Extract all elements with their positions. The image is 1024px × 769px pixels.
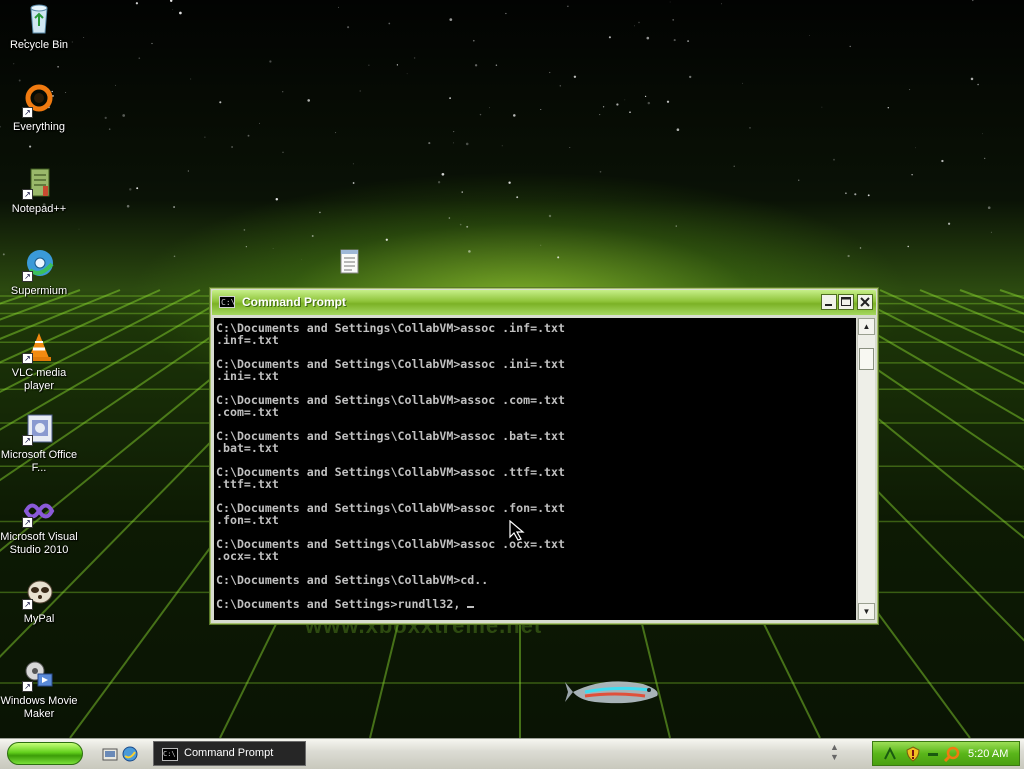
desktop-icon-visual-studio[interactable]: ↗ Microsoft Visual Studio 2010 bbox=[0, 494, 78, 557]
desktop-icon-notepad-plus-plus[interactable]: ↗ Notepad++ bbox=[0, 166, 78, 216]
shortcut-arrow-icon: ↗ bbox=[22, 599, 33, 610]
notepad-plus-plus-icon: ↗ bbox=[22, 166, 56, 200]
cmd-icon: C:\ bbox=[219, 296, 236, 308]
desktop-icon-recycle-bin[interactable]: Recycle Bin bbox=[0, 2, 78, 52]
console-line: C:\Documents and Settings\CollabVM>cd.. bbox=[216, 573, 489, 587]
desktop-icon-microsoft-office[interactable]: ↗ Microsoft Office F... bbox=[0, 412, 78, 475]
scroll-up-arrow-icon: ▲ bbox=[862, 322, 871, 331]
recycle-bin-icon bbox=[22, 2, 56, 36]
shortcut-arrow-icon: ↗ bbox=[22, 353, 33, 364]
console-line: .com=.txt bbox=[216, 405, 279, 419]
desktop-icon-label: Microsoft Visual Studio 2010 bbox=[0, 531, 78, 556]
notepad-document-icon[interactable] bbox=[339, 248, 361, 276]
window-title: Command Prompt bbox=[242, 295, 347, 309]
office-document-icon: ↗ bbox=[22, 412, 56, 446]
mypal-browser-icon: ↗ bbox=[22, 576, 56, 610]
minimize-button[interactable] bbox=[821, 294, 837, 310]
start-button[interactable] bbox=[7, 742, 83, 765]
taskbar: C:\ Command Prompt ▲ ▼ 5:20 AM bbox=[0, 738, 1024, 769]
vertical-scrollbar[interactable]: ▲ ▼ bbox=[857, 318, 875, 620]
tray-expand-icon[interactable]: ▲ ▼ bbox=[830, 742, 839, 762]
desktop-icon-movie-maker[interactable]: ↗ Windows Movie Maker bbox=[0, 658, 78, 721]
everything-search-icon: ↗ bbox=[22, 84, 56, 118]
supermium-browser-icon: ↗ bbox=[22, 248, 56, 282]
close-icon bbox=[860, 297, 870, 307]
console-output[interactable]: C:\Documents and Settings\CollabVM>assoc… bbox=[214, 318, 856, 620]
desktop-icon-label: Supermium bbox=[10, 285, 68, 297]
volume-icon[interactable] bbox=[927, 750, 939, 760]
clock[interactable]: 5:20 AM bbox=[968, 748, 1008, 760]
vlc-cone-icon: ↗ bbox=[22, 330, 56, 364]
shortcut-arrow-icon: ↗ bbox=[22, 517, 33, 528]
close-button[interactable] bbox=[857, 294, 873, 310]
desktop-icon-supermium[interactable]: ↗ Supermium bbox=[0, 248, 78, 298]
desktop-icon-label: Windows Movie Maker bbox=[0, 695, 78, 720]
console-line: .bat=.txt bbox=[216, 441, 279, 455]
cmd-icon: C:\ bbox=[162, 748, 178, 761]
console-line: .ini=.txt bbox=[216, 369, 279, 383]
shortcut-arrow-icon: ↗ bbox=[22, 681, 33, 692]
shortcut-arrow-icon: ↗ bbox=[22, 271, 33, 282]
console-line: .fon=.txt bbox=[216, 513, 279, 527]
scroll-up-button[interactable]: ▲ bbox=[858, 318, 875, 335]
search-icon[interactable] bbox=[943, 746, 961, 762]
console-line: .inf=.txt bbox=[216, 333, 279, 347]
browser-quicklaunch-icon[interactable] bbox=[122, 746, 138, 762]
command-prompt-window[interactable]: C:\ Command Prompt C:\Documents and Sett… bbox=[209, 287, 879, 625]
visual-studio-icon: ↗ bbox=[22, 494, 56, 528]
grid-line bbox=[879, 289, 1024, 357]
desktop-icon-label: Microsoft Office F... bbox=[0, 449, 78, 474]
scrollbar-thumb[interactable] bbox=[859, 348, 874, 370]
maximize-icon bbox=[841, 297, 851, 306]
console-line: .ocx=.txt bbox=[216, 549, 279, 563]
shortcut-arrow-icon: ↗ bbox=[22, 189, 33, 200]
movie-maker-icon: ↗ bbox=[22, 658, 56, 692]
console-input-line[interactable]: C:\Documents and Settings>rundll32, bbox=[216, 597, 467, 611]
grid-line bbox=[999, 289, 1024, 300]
desktop-icon-vlc[interactable]: ↗ VLC media player bbox=[0, 330, 78, 393]
grid-line bbox=[959, 289, 1024, 315]
desktop-icon-label: MyPal bbox=[23, 613, 55, 625]
taskbar-button-command-prompt[interactable]: C:\ Command Prompt bbox=[153, 741, 306, 766]
fish-icon bbox=[565, 681, 658, 704]
system-tray: 5:20 AM bbox=[872, 741, 1020, 766]
desktop-icon-label: Recycle Bin bbox=[9, 39, 69, 51]
window-titlebar[interactable]: C:\ Command Prompt bbox=[212, 290, 876, 315]
show-desktop-icon[interactable] bbox=[102, 746, 118, 762]
shortcut-arrow-icon: ↗ bbox=[22, 435, 33, 446]
desktop-icon-mypal[interactable]: ↗ MyPal bbox=[0, 576, 78, 626]
network-icon[interactable] bbox=[883, 747, 897, 761]
shortcut-arrow-icon: ↗ bbox=[22, 107, 33, 118]
maximize-button[interactable] bbox=[838, 294, 854, 310]
desktop-icon-label: Notepad++ bbox=[11, 203, 67, 215]
taskbar-button-label: Command Prompt bbox=[184, 747, 274, 759]
mouse-pointer-icon bbox=[509, 520, 525, 541]
console-line: .ttf=.txt bbox=[216, 477, 279, 491]
desktop-icon-label: VLC media player bbox=[11, 367, 67, 392]
minimize-icon bbox=[825, 304, 832, 306]
security-shield-icon[interactable] bbox=[905, 746, 921, 762]
desktop-icon-everything[interactable]: ↗ Everything bbox=[0, 84, 78, 134]
scroll-down-button[interactable]: ▼ bbox=[858, 603, 875, 620]
text-cursor bbox=[467, 606, 475, 608]
desktop-icon-label: Everything bbox=[13, 121, 65, 133]
console-history: C:\Documents and Settings\CollabVM>assoc… bbox=[216, 321, 565, 587]
scroll-down-arrow-icon: ▼ bbox=[862, 607, 871, 616]
